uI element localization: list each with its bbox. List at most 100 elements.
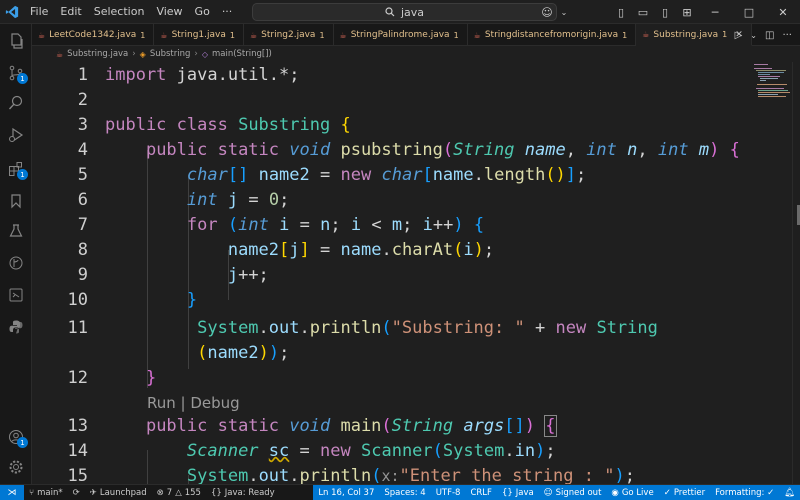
python-icon[interactable]: [0, 312, 32, 342]
code-line: 6 int j = 0;: [32, 187, 752, 212]
menu-bar: File Edit Selection View Go ···: [24, 0, 238, 24]
status-spaces[interactable]: Spaces: 4: [379, 484, 431, 500]
editor-actions: ▷ ⌄ ◫ ···: [735, 24, 800, 46]
remote-indicator-icon[interactable]: ⋊: [0, 484, 24, 500]
search-sidebar-icon[interactable]: [0, 88, 32, 118]
settings-gear-icon[interactable]: [0, 452, 32, 482]
line-number: 11: [67, 317, 88, 338]
extensions-icon[interactable]: 1: [0, 154, 32, 184]
line-number: 4: [77, 139, 88, 160]
branch-icon: ⑂: [29, 487, 35, 498]
status-branch[interactable]: ⑂ main*: [24, 485, 68, 500]
explorer-icon[interactable]: [0, 26, 32, 56]
status-prettier[interactable]: ✓ Prettier: [658, 484, 711, 500]
status-launchpad[interactable]: ✈ Launchpad: [85, 485, 152, 500]
launchpad-icon: ✈: [89, 487, 97, 498]
editor-tabs: ☕ LeetCode1342.java 1 ☕ String1.java 1 ☕…: [32, 24, 800, 46]
menu-view[interactable]: View: [150, 0, 188, 24]
notifications-bell-icon[interactable]: 🔔︎: [779, 484, 800, 500]
code-line: 7 for (int i = n; i < m; i++) {: [32, 212, 752, 237]
menu-selection[interactable]: Selection: [88, 0, 151, 24]
line-number: 9: [77, 264, 88, 285]
activity-bar: 1 1 1: [0, 24, 32, 484]
status-java[interactable]: {} Java: Ready: [206, 485, 280, 500]
extensions-badge: 1: [17, 169, 28, 180]
source-control-badge: 1: [17, 73, 28, 84]
menu-edit[interactable]: Edit: [54, 0, 87, 24]
class-icon: ◈: [139, 49, 146, 59]
status-account[interactable]: ☺ Signed out: [538, 484, 607, 500]
tab-stringdistancefromorigin[interactable]: ☕ Stringdistancefromorigin.java 1: [468, 24, 637, 46]
java-file-icon: ☕: [339, 30, 347, 40]
command-center-search[interactable]: java: [252, 3, 557, 21]
split-editor-icon[interactable]: ◫: [765, 30, 774, 41]
code-line: 12 }: [32, 365, 752, 390]
code-editor[interactable]: 1 import java.util.*; 2 3 public class S…: [32, 62, 752, 484]
line-number: 15: [67, 465, 88, 485]
status-problems[interactable]: ⊗ 7 △ 155: [152, 485, 206, 500]
testing-icon[interactable]: [0, 216, 32, 246]
breadcrumb-file[interactable]: Substring.java: [67, 49, 128, 59]
tab-string2[interactable]: ☕ String2.java 1: [244, 24, 334, 46]
status-position[interactable]: Ln 16, Col 37: [313, 484, 380, 500]
accounts-icon[interactable]: 1: [0, 422, 32, 452]
code-line: 3 public class Substring {: [32, 112, 752, 137]
status-formatting[interactable]: Formatting: ✓: [710, 484, 780, 500]
status-sync[interactable]: ⟳: [68, 485, 85, 500]
chevron-down-icon[interactable]: ⌄: [558, 0, 570, 24]
copilot-icon[interactable]: ☺: [536, 0, 558, 24]
status-language[interactable]: {} Java: [496, 484, 539, 500]
java-file-icon: ☕: [160, 30, 168, 40]
more-actions-icon[interactable]: ···: [782, 30, 792, 41]
code-lens-row: Run | Debug: [32, 390, 752, 415]
vertical-scrollbar[interactable]: [792, 62, 800, 484]
line-number: 1: [77, 64, 88, 85]
status-eol[interactable]: CRLF: [465, 484, 497, 500]
search-icon: [385, 7, 395, 17]
run-play-icon[interactable]: ▷: [735, 30, 743, 41]
double-check-icon: ✓: [663, 487, 671, 498]
code-line: 2: [32, 87, 752, 112]
breadcrumb-class[interactable]: Substring: [150, 49, 191, 59]
menu-more-icon[interactable]: ···: [216, 0, 239, 24]
status-right: Ln 16, Col 37 Spaces: 4 UTF-8 CRLF {} Ja…: [313, 484, 800, 500]
minimap[interactable]: [752, 62, 792, 484]
toggle-sidebar-icon[interactable]: ▯: [610, 0, 632, 24]
sync-icon: ⟳: [72, 487, 80, 498]
code-line: 4 public static void psubstring(String n…: [32, 137, 752, 162]
maximize-icon[interactable]: □: [732, 0, 766, 24]
tab-leetcode1342[interactable]: ☕ LeetCode1342.java 1: [32, 24, 155, 46]
run-debug-codelens[interactable]: Run | Debug: [147, 394, 240, 412]
menu-go[interactable]: Go: [189, 0, 216, 24]
remote-explorer-icon[interactable]: [0, 280, 32, 310]
toggle-secondary-sidebar-icon[interactable]: ▯: [654, 0, 676, 24]
code-line: 15 System.out.println(x:"Enter the strin…: [32, 463, 752, 485]
git-graph-icon[interactable]: [0, 248, 32, 278]
method-icon: ◇: [201, 49, 208, 59]
line-number: 7: [77, 214, 88, 235]
code-line: 1 import java.util.*;: [32, 62, 752, 87]
line-number: 3: [77, 114, 88, 135]
warning-icon: △: [175, 487, 182, 498]
chevron-right-icon: ›: [194, 49, 198, 59]
customize-layout-icon[interactable]: ⊞: [676, 0, 698, 24]
tab-string1[interactable]: ☕ String1.java 1: [154, 24, 244, 46]
accounts-badge: 1: [17, 437, 28, 448]
source-control-icon[interactable]: 1: [0, 58, 32, 88]
toggle-panel-icon[interactable]: ▭: [632, 0, 654, 24]
run-dropdown-chevron-icon[interactable]: ⌄: [750, 31, 757, 40]
tab-stringpalindrome[interactable]: ☕ StringPalindrome.java 1: [334, 24, 468, 46]
run-debug-icon[interactable]: [0, 120, 32, 150]
status-encoding[interactable]: UTF-8: [430, 484, 466, 500]
java-file-icon: ☕: [249, 30, 258, 40]
line-number: 6: [77, 189, 88, 210]
menu-file[interactable]: File: [24, 0, 54, 24]
status-golive[interactable]: ◉ Go Live: [606, 484, 659, 500]
title-bar: File Edit Selection View Go ··· ← → java…: [0, 0, 800, 24]
minimize-icon[interactable]: ─: [698, 0, 732, 24]
line-number: 14: [67, 440, 88, 461]
code-line: 9 j++;: [32, 262, 752, 287]
close-icon[interactable]: ✕: [766, 0, 800, 24]
breadcrumb-method[interactable]: main(String[]): [212, 49, 272, 59]
bookmark-icon[interactable]: [0, 186, 32, 216]
